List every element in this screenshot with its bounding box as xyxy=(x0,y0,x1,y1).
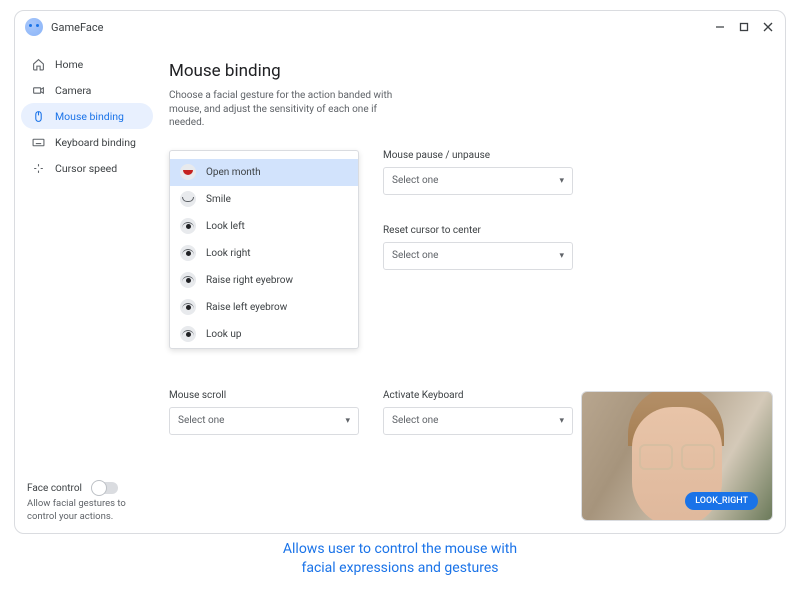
face-control-section: Face control Allow facial gestures to co… xyxy=(21,482,153,523)
app-logo-icon xyxy=(25,18,43,36)
raise-left-eyebrow-icon xyxy=(180,299,196,315)
dropdown-option-look-left[interactable]: Look left xyxy=(170,213,358,240)
main-content: Mouse binding Choose a facial gesture fo… xyxy=(159,43,785,533)
look-up-icon xyxy=(180,326,196,342)
mouse-icon xyxy=(31,109,45,123)
field-label: Activate Keyboard xyxy=(383,390,573,401)
field-label: Mouse pause / unpause xyxy=(383,150,573,161)
page-description: Choose a facial gesture for the action b… xyxy=(169,89,399,130)
dropdown-option-smile[interactable]: Smile xyxy=(170,186,358,213)
field-label: Reset cursor to center xyxy=(383,225,573,236)
maximize-button[interactable] xyxy=(737,20,751,34)
look-right-icon xyxy=(180,245,196,261)
chevron-down-icon: ▾ xyxy=(559,416,564,426)
raise-right-eyebrow-icon xyxy=(180,272,196,288)
field-label: Mouse scroll xyxy=(169,390,359,401)
sidebar-item-mouse-binding[interactable]: Mouse binding xyxy=(21,103,153,129)
dropdown-option-look-up[interactable]: Look up xyxy=(170,321,358,348)
dropdown-option-label: Open month xyxy=(206,167,261,178)
window-controls xyxy=(713,20,775,34)
camera-preview: LOOK_RIGHT xyxy=(581,391,773,521)
home-icon xyxy=(31,57,45,71)
dropdown-option-label: Look left xyxy=(206,221,245,232)
app-window: GameFace Home xyxy=(14,10,786,534)
close-button[interactable] xyxy=(761,20,775,34)
select-value: Select one xyxy=(392,415,439,426)
select-value: Select one xyxy=(392,175,439,186)
dropdown-option-label: Look up xyxy=(206,329,241,340)
dropdown-option-label: Smile xyxy=(206,194,231,205)
open-mouth-icon xyxy=(180,164,196,180)
reset-cursor-select[interactable]: Select one ▾ xyxy=(383,242,573,270)
dropdown-floating-label: Mouse left click * xyxy=(176,150,253,154)
field-reset-cursor: Reset cursor to center Select one ▾ xyxy=(383,225,573,270)
sidebar-item-cursor-speed[interactable]: Cursor speed xyxy=(21,155,153,181)
sidebar-item-label: Home xyxy=(55,58,83,71)
field-mouse-left-click: Mouse left click * Open month Smile xyxy=(169,150,359,195)
caption-line1: Allows user to control the mouse with xyxy=(0,540,800,559)
sidebar-item-label: Mouse binding xyxy=(55,110,124,123)
chevron-down-icon: ▾ xyxy=(559,176,564,186)
chevron-down-icon: ▾ xyxy=(559,251,564,261)
dropdown-option-open-mouth[interactable]: Open month xyxy=(170,159,358,186)
select-value: Select one xyxy=(392,250,439,261)
detected-gesture-badge: LOOK_RIGHT xyxy=(685,492,758,510)
minimize-icon xyxy=(715,22,725,32)
sidebar-item-label: Cursor speed xyxy=(55,162,117,175)
face-control-toggle[interactable] xyxy=(92,482,118,494)
chevron-down-icon: ▾ xyxy=(345,416,350,426)
dropdown-option-raise-left-eyebrow[interactable]: Raise left eyebrow xyxy=(170,294,358,321)
sidebar-item-home[interactable]: Home xyxy=(21,51,153,77)
face-control-label: Face control xyxy=(27,483,82,494)
field-activate-keyboard: Activate Keyboard Select one ▾ xyxy=(383,390,573,435)
smile-icon xyxy=(180,191,196,207)
face-control-description: Allow facial gestures to control your ac… xyxy=(27,498,147,523)
camera-glasses-shape xyxy=(637,444,717,464)
gesture-dropdown: Mouse left click * Open month Smile xyxy=(169,150,359,349)
sidebar-item-label: Camera xyxy=(55,84,91,97)
sidebar-item-label: Keyboard binding xyxy=(55,136,136,149)
mouse-pause-select[interactable]: Select one ▾ xyxy=(383,167,573,195)
dropdown-option-look-right[interactable]: Look right xyxy=(170,240,358,267)
activate-keyboard-select[interactable]: Select one ▾ xyxy=(383,407,573,435)
minimize-button[interactable] xyxy=(713,20,727,34)
dropdown-option-raise-right-eyebrow[interactable]: Raise right eyebrow xyxy=(170,267,358,294)
body: Home Camera Mouse binding Keyboard bindi… xyxy=(15,43,785,533)
sidebar: Home Camera Mouse binding Keyboard bindi… xyxy=(15,43,159,533)
mouse-scroll-select[interactable]: Select one ▾ xyxy=(169,407,359,435)
dropdown-option-label: Look right xyxy=(206,248,251,259)
look-left-icon xyxy=(180,218,196,234)
camera-icon xyxy=(31,83,45,97)
field-mouse-scroll: Mouse scroll Select one ▾ xyxy=(169,390,359,435)
titlebar: GameFace xyxy=(15,11,785,43)
maximize-icon xyxy=(739,22,749,32)
select-value: Select one xyxy=(178,415,225,426)
dropdown-option-label: Raise left eyebrow xyxy=(206,302,287,313)
keyboard-icon xyxy=(31,135,45,149)
close-icon xyxy=(763,22,773,32)
caption: Allows user to control the mouse with fa… xyxy=(0,540,800,578)
cursor-speed-icon xyxy=(31,161,45,175)
sidebar-item-camera[interactable]: Camera xyxy=(21,77,153,103)
field-mouse-pause: Mouse pause / unpause Select one ▾ xyxy=(383,150,573,195)
app-title: GameFace xyxy=(51,21,103,34)
sidebar-item-keyboard-binding[interactable]: Keyboard binding xyxy=(21,129,153,155)
dropdown-option-label: Raise right eyebrow xyxy=(206,275,293,286)
page-title: Mouse binding xyxy=(169,61,763,81)
caption-line2: facial expressions and gestures xyxy=(0,559,800,578)
